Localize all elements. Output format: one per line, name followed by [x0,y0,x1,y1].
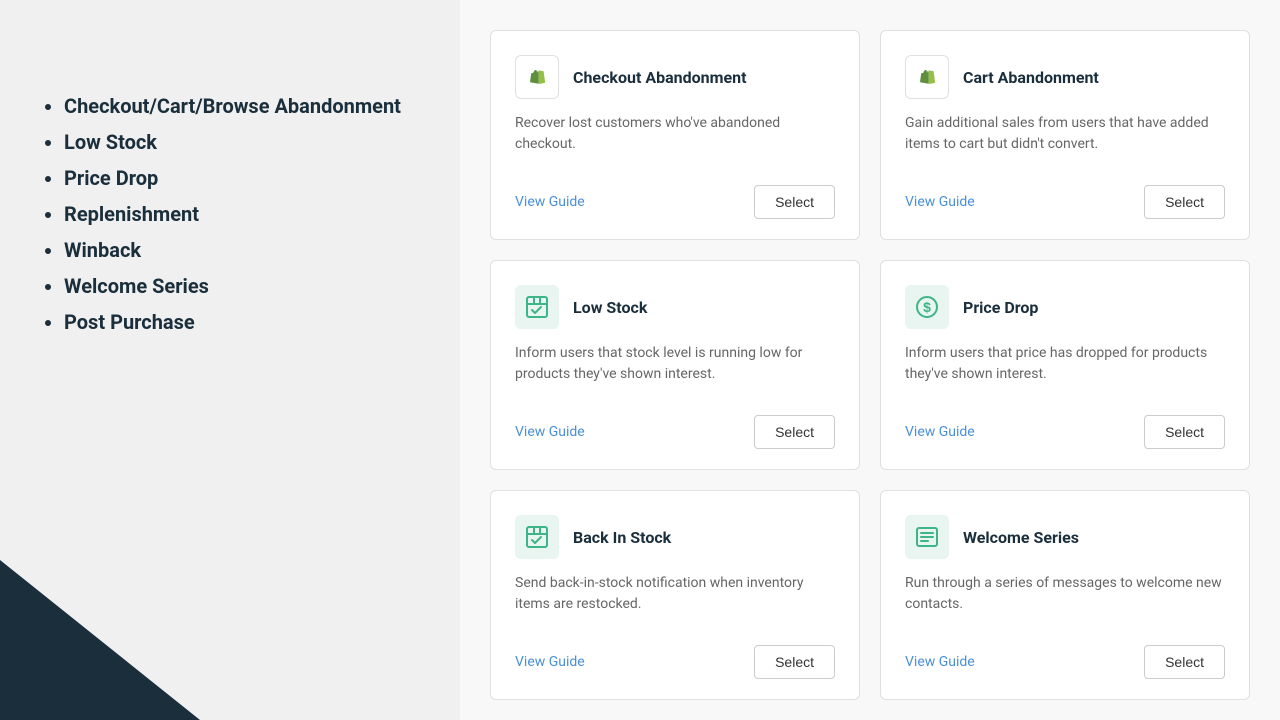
select-button[interactable]: Select [1144,415,1225,449]
card-title: Back In Stock [573,528,671,547]
card-title: Low Stock [573,298,647,317]
card-back-in-stock: Back In Stock Send back-in-stock notific… [490,490,860,700]
card-footer: View Guide Select [515,405,835,449]
card-header: Welcome Series [905,515,1225,559]
card-cart-abandonment: Cart Abandonment Gain additional sales f… [880,30,1250,240]
view-guide-link[interactable]: View Guide [515,194,585,210]
card-title: Welcome Series [963,528,1079,547]
view-guide-link[interactable]: View Guide [905,194,975,210]
card-header: $ Price Drop [905,285,1225,329]
select-button[interactable]: Select [754,415,835,449]
sidebar: Checkout/Cart/Browse Abandonment Low Stoc… [0,0,460,720]
sidebar-list: Checkout/Cart/Browse Abandonment Low Stoc… [40,90,410,342]
card-footer: View Guide Select [905,635,1225,679]
card-header: Low Stock [515,285,835,329]
sidebar-triangle-decoration [0,560,400,720]
green-list-icon [905,515,949,559]
cards-grid: Checkout Abandonment Recover lost custom… [490,30,1250,700]
select-button[interactable]: Select [754,645,835,679]
card-description: Recover lost customers who've abandoned … [515,113,835,155]
sidebar-list-item: Replenishment [64,198,410,230]
sidebar-list-item: Winback [64,234,410,266]
card-footer: View Guide Select [905,405,1225,449]
card-header: Cart Abandonment [905,55,1225,99]
sidebar-list-item: Price Drop [64,162,410,194]
card-description: Inform users that price has dropped for … [905,343,1225,385]
card-welcome-series: Welcome Series Run through a series of m… [880,490,1250,700]
select-button[interactable]: Select [1144,645,1225,679]
card-description: Run through a series of messages to welc… [905,573,1225,615]
card-low-stock: Low Stock Inform users that stock level … [490,260,860,470]
svg-text:$: $ [923,299,931,315]
card-footer: View Guide Select [515,175,835,219]
card-title: Checkout Abandonment [573,68,747,87]
card-price-drop: $ Price Drop Inform users that price has… [880,260,1250,470]
sidebar-list-item: Post Purchase [64,306,410,338]
select-button[interactable]: Select [1144,185,1225,219]
green-box-icon [515,285,559,329]
shopify-icon [905,55,949,99]
green-dollar-icon: $ [905,285,949,329]
sidebar-list-item: Checkout/Cart/Browse Abandonment [64,90,410,122]
card-header: Back In Stock [515,515,835,559]
sidebar-list-item: Low Stock [64,126,410,158]
sidebar-list-item: Welcome Series [64,270,410,302]
view-guide-link[interactable]: View Guide [905,424,975,440]
select-button[interactable]: Select [754,185,835,219]
card-header: Checkout Abandonment [515,55,835,99]
card-description: Gain additional sales from users that ha… [905,113,1225,155]
view-guide-link[interactable]: View Guide [515,654,585,670]
card-description: Inform users that stock level is running… [515,343,835,385]
green-box-icon [515,515,559,559]
card-footer: View Guide Select [905,175,1225,219]
card-title: Cart Abandonment [963,68,1099,87]
shopify-icon [515,55,559,99]
card-title: Price Drop [963,298,1038,317]
view-guide-link[interactable]: View Guide [905,654,975,670]
card-checkout-abandonment: Checkout Abandonment Recover lost custom… [490,30,860,240]
card-footer: View Guide Select [515,635,835,679]
content-area: Checkout Abandonment Recover lost custom… [460,0,1280,720]
card-description: Send back-in-stock notification when inv… [515,573,835,615]
view-guide-link[interactable]: View Guide [515,424,585,440]
